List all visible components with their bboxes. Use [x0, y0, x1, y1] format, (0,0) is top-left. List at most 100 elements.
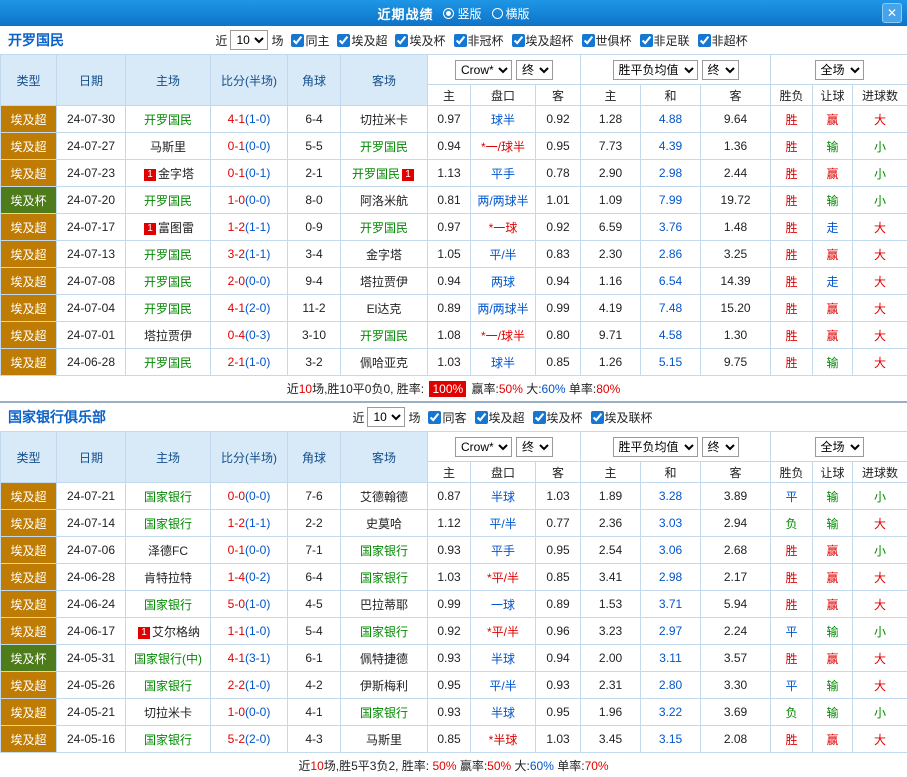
- avg-stage-select[interactable]: 终: [702, 437, 739, 457]
- avg-home-cell: 7.73: [581, 133, 641, 160]
- scope-select[interactable]: 全场: [815, 437, 864, 457]
- avg-home-cell: 2.54: [581, 537, 641, 564]
- league-filter-checkbox[interactable]: [475, 411, 488, 424]
- league-filter[interactable]: 埃及杯: [533, 409, 583, 426]
- handicap-result-cell: 走: [813, 268, 853, 295]
- league-filter[interactable]: 埃及杯: [395, 32, 445, 49]
- goals-cell: 小: [853, 133, 907, 160]
- away-odds-cell: 1.01: [536, 187, 581, 214]
- league-filter-checkbox[interactable]: [291, 34, 304, 47]
- home-team-cell: 开罗国民: [126, 295, 211, 322]
- avg-draw-cell: 3.28: [641, 483, 701, 510]
- close-icon[interactable]: ✕: [882, 3, 902, 23]
- fulltime-score: 1-4: [228, 570, 245, 584]
- league-cell: 埃及超: [1, 510, 57, 537]
- league-filter-checkbox[interactable]: [337, 34, 350, 47]
- league-filter-checkbox[interactable]: [512, 34, 525, 47]
- sub-column-header: 主: [581, 462, 641, 483]
- away-odds-cell: 0.78: [536, 160, 581, 187]
- away-odds-cell: 0.94: [536, 645, 581, 672]
- league-filter-checkbox[interactable]: [698, 34, 711, 47]
- halftime-score: (1-0): [245, 355, 270, 369]
- horizontal-label: 横版: [506, 5, 530, 22]
- column-header: 主场: [126, 432, 211, 483]
- corner-cell: 8-0: [288, 187, 341, 214]
- handicap-result-cell: 输: [813, 483, 853, 510]
- avg-home-cell: 1.16: [581, 268, 641, 295]
- odds-stage-select[interactable]: 终: [516, 60, 553, 80]
- handicap-result-cell: 赢: [813, 564, 853, 591]
- league-filter[interactable]: 埃及联杯: [591, 409, 653, 426]
- layout-horizontal-option[interactable]: 横版: [492, 5, 530, 22]
- home-team-cell: 开罗国民: [126, 268, 211, 295]
- date-cell: 24-06-24: [57, 591, 126, 618]
- league-filter[interactable]: 同客: [428, 409, 466, 426]
- league-filter[interactable]: 非冠杯: [454, 32, 504, 49]
- home-team-cell: 国家银行: [126, 726, 211, 753]
- away-team-label: El达克: [367, 302, 402, 316]
- goals-cell: 大: [853, 645, 907, 672]
- away-team-label: 开罗国民: [360, 221, 408, 235]
- avg-stage-select[interactable]: 终: [702, 60, 739, 80]
- scope-select[interactable]: 全场: [815, 60, 864, 80]
- league-filter[interactable]: 埃及超杯: [512, 32, 574, 49]
- away-team-cell: 史莫哈: [341, 510, 428, 537]
- goals-cell: 大: [853, 214, 907, 241]
- handicap-result-cell: 赢: [813, 537, 853, 564]
- layout-vertical-option[interactable]: 竖版: [443, 5, 481, 22]
- league-filter-checkbox[interactable]: [533, 411, 546, 424]
- league-filter[interactable]: 同主: [291, 32, 329, 49]
- league-filter-checkbox[interactable]: [582, 34, 595, 47]
- avg-odds-select[interactable]: 胜平负均值: [613, 437, 698, 457]
- recent-count-select[interactable]: 10: [367, 407, 405, 427]
- summary-segment: 60%: [530, 759, 554, 773]
- away-odds-cell: 0.95: [536, 699, 581, 726]
- league-filter-checkbox[interactable]: [640, 34, 653, 47]
- league-cell: 埃及超: [1, 160, 57, 187]
- league-filter-checkbox[interactable]: [454, 34, 467, 47]
- goals-cell: 小: [853, 483, 907, 510]
- avg-draw-cell: 4.58: [641, 322, 701, 349]
- match-row: 埃及超24-07-30开罗国民4-1(1-0)6-4切拉米卡0.97球半0.92…: [1, 106, 907, 133]
- league-filter[interactable]: 世俱杯: [582, 32, 632, 49]
- home-team-cell: 开罗国民: [126, 349, 211, 376]
- away-odds-cell: 0.80: [536, 322, 581, 349]
- goals-cell: 小: [853, 160, 907, 187]
- handicap-cell: *一球: [471, 214, 536, 241]
- avg-away-cell: 2.24: [701, 618, 771, 645]
- home-team-label: 艾尔格纳: [152, 625, 200, 639]
- avg-draw-cell: 4.88: [641, 106, 701, 133]
- avg-draw-cell: 3.71: [641, 591, 701, 618]
- recent-count-select[interactable]: 10: [230, 30, 268, 50]
- league-cell: 埃及杯: [1, 645, 57, 672]
- handicap-cell: 平手: [471, 537, 536, 564]
- league-filter[interactable]: 埃及超: [337, 32, 387, 49]
- bookmaker-select[interactable]: Crow*: [455, 437, 512, 457]
- league-filter-checkbox[interactable]: [428, 411, 441, 424]
- match-row: 埃及超24-07-14国家银行1-2(1-1)2-2史莫哈1.12平/半0.77…: [1, 510, 907, 537]
- home-team-cell: 开罗国民: [126, 241, 211, 268]
- league-filter[interactable]: 埃及超: [475, 409, 525, 426]
- league-filter[interactable]: 非足联: [640, 32, 690, 49]
- league-filter-checkbox[interactable]: [591, 411, 604, 424]
- league-cell: 埃及超: [1, 672, 57, 699]
- corner-cell: 6-4: [288, 106, 341, 133]
- fulltime-score: 2-0: [228, 274, 245, 288]
- radio-unselected-icon[interactable]: [492, 8, 503, 19]
- avg-away-cell: 3.69: [701, 699, 771, 726]
- corner-cell: 4-3: [288, 726, 341, 753]
- home-team-cell: 切拉米卡: [126, 699, 211, 726]
- bookmaker-select[interactable]: Crow*: [455, 60, 512, 80]
- league-filter[interactable]: 非超杯: [698, 32, 748, 49]
- result-cell: 胜: [771, 591, 813, 618]
- avg-draw-cell: 6.54: [641, 268, 701, 295]
- radio-selected-icon[interactable]: [443, 8, 454, 19]
- league-filter-checkbox[interactable]: [395, 34, 408, 47]
- summary-segment: 近: [287, 380, 299, 397]
- summary-segment: 50%: [487, 759, 511, 773]
- odds-stage-select[interactable]: 终: [516, 437, 553, 457]
- match-row: 埃及超24-07-06泽德FC0-1(0-0)7-1国家银行0.93平手0.95…: [1, 537, 907, 564]
- avg-odds-select[interactable]: 胜平负均值: [613, 60, 698, 80]
- away-team-cell: 开罗国民: [341, 214, 428, 241]
- date-cell: 24-06-28: [57, 564, 126, 591]
